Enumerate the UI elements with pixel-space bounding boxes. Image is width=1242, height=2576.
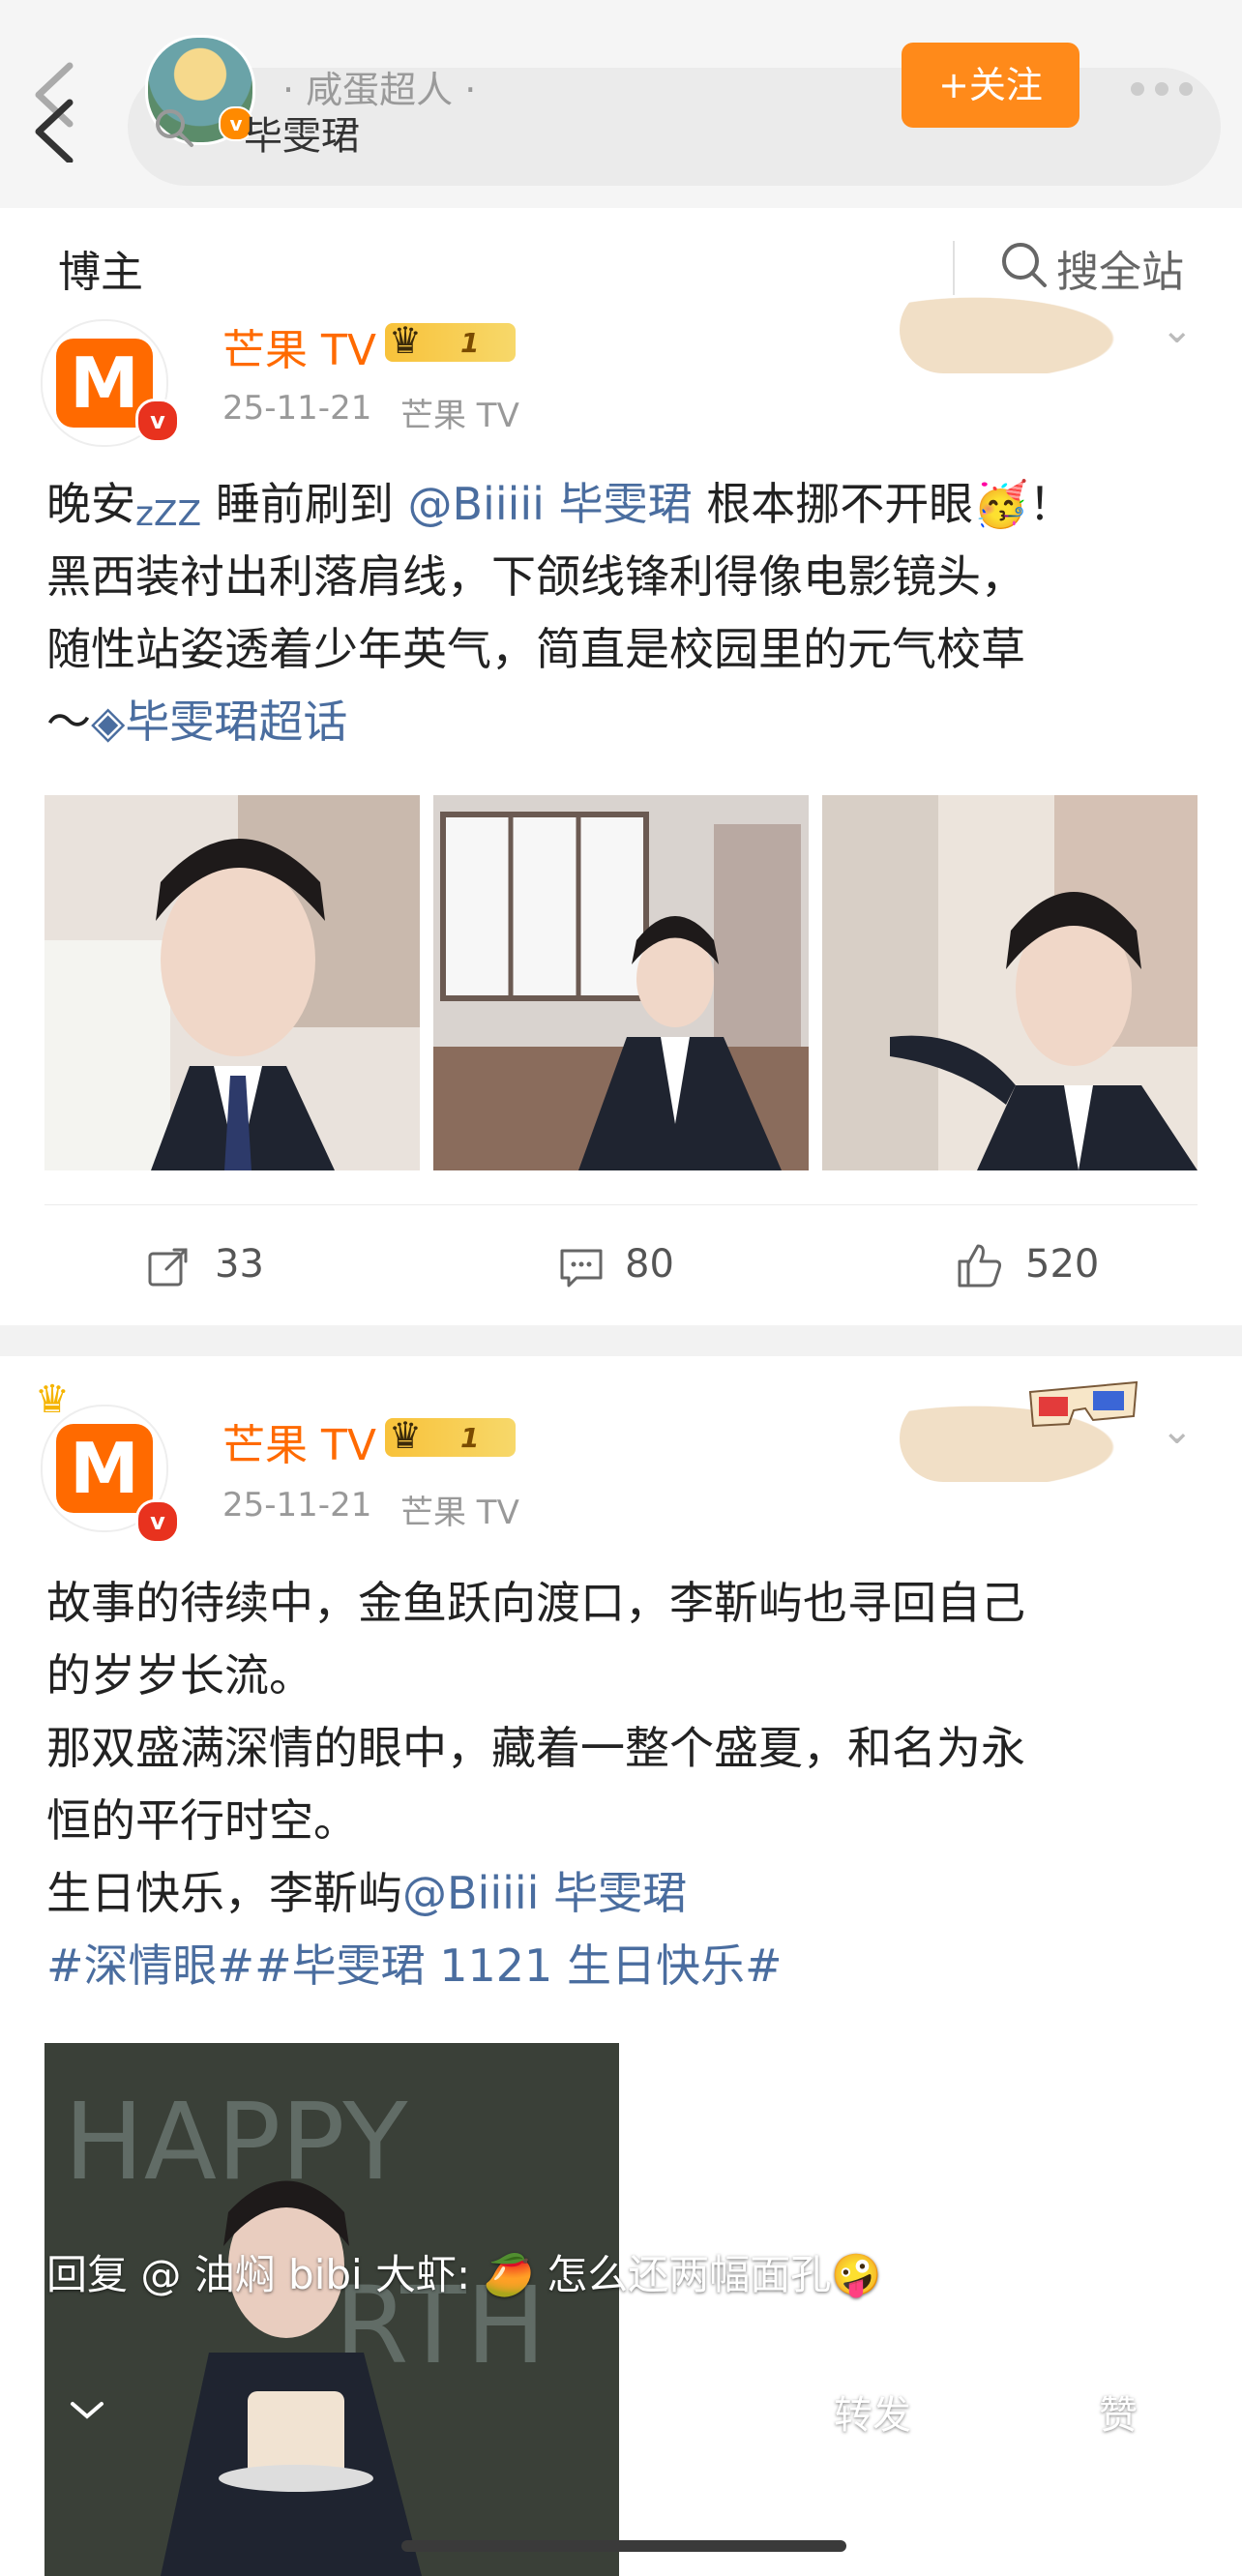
post-date: 25-11-21 xyxy=(222,1486,372,1525)
post-text-line: 恒的平行时空。 xyxy=(46,1794,358,1847)
post-photo-3[interactable] xyxy=(822,795,1198,1170)
like-count[interactable]: 520 xyxy=(1025,1242,1099,1287)
account-name[interactable]: 芒果 TV xyxy=(222,1410,376,1472)
chevron-down-icon[interactable] xyxy=(68,2399,106,2426)
post-card: M v 芒果 TV ♛ 1 25-11-21 芒果 TV ⌄ 晚安zZZ 睡前刷到… xyxy=(0,286,1242,1325)
back-icon[interactable] xyxy=(21,56,89,164)
post-text-line: 生日快乐，李靳屿@Biiiii 毕雯珺 xyxy=(46,1867,688,1919)
hashtag-link[interactable]: #深情眼##毕雯珺 1121 生日快乐# xyxy=(46,1930,782,2002)
tab-blogger[interactable]: 博主 xyxy=(58,237,143,299)
super-topic-link[interactable]: 毕雯珺超话 xyxy=(125,696,347,748)
vip-badge-icon: ♛ 1 xyxy=(385,319,516,362)
verified-badge-icon: v xyxy=(135,399,180,443)
3d-glasses-icon xyxy=(1025,1377,1141,1436)
chevron-down-icon[interactable]: ⌄ xyxy=(1161,1408,1194,1453)
post-text-line: 黑西装衬出利落肩线，下颌线锋利得像电影镜头， xyxy=(46,550,1025,603)
post-photo[interactable]: HAPPY RTH xyxy=(44,2043,619,2576)
vip-badge-icon: ♛ 1 xyxy=(385,1414,516,1457)
comment-icon[interactable] xyxy=(559,1248,604,1292)
account-name[interactable]: 芒果 TV xyxy=(222,315,376,377)
comment-count[interactable]: 80 xyxy=(625,1242,674,1287)
decoration-card-icon xyxy=(900,286,1151,373)
sleep-zzz-icon: zZZ xyxy=(135,494,202,534)
repost-button[interactable]: 转发 xyxy=(834,2384,911,2440)
post-text-line: 的岁岁长流。 xyxy=(46,1649,313,1702)
search-query-text[interactable]: 毕雯珺 xyxy=(244,104,360,161)
repost-icon[interactable] xyxy=(749,2380,816,2442)
search-icon xyxy=(1000,241,1049,293)
post-photo-1[interactable] xyxy=(44,795,420,1170)
mention-link[interactable]: @Biiiii 毕雯珺 xyxy=(402,1867,687,1919)
post-photo-2[interactable] xyxy=(433,795,809,1170)
like-icon[interactable] xyxy=(956,1242,1004,1292)
post-text-line: ～◈毕雯珺超话 xyxy=(46,696,348,748)
like-button[interactable]: 赞 xyxy=(1099,2384,1138,2440)
crown-icon: ♛ xyxy=(35,1377,70,1422)
post-source: 芒果 TV xyxy=(400,1494,519,1532)
mention-link[interactable]: @Biiiii 毕雯珺 xyxy=(407,478,692,530)
super-topic-icon: ◈ xyxy=(91,696,126,748)
comment-overlay-text: 回复 @ 油焖 bibi 大虾: 🥭 怎么还两幅面孔🤪 xyxy=(46,2251,882,2298)
post-text-line: 晚安zZZ 睡前刷到 @Biiiii 毕雯珺 根本挪不开眼🥳！ xyxy=(46,478,1074,534)
post-text-line: 随性站姿透着少年英气，简直是校园里的元气校草 xyxy=(46,623,1025,675)
like-icon[interactable] xyxy=(1014,2376,1081,2443)
home-indicator xyxy=(401,2540,846,2552)
post-date: 25-11-21 xyxy=(222,389,372,428)
post-text-line: 那双盛满深情的眼中，藏着一整个盛夏，和名为永 xyxy=(46,1722,1025,1774)
chevron-down-icon[interactable]: ⌄ xyxy=(1161,308,1194,352)
top-navigation-bar: v · 咸蛋超人 · 毕雯珺 +关注 xyxy=(0,0,1242,208)
more-options-icon[interactable] xyxy=(1128,79,1196,103)
follow-button[interactable]: +关注 xyxy=(902,43,1079,128)
post-text-line: 故事的待续中，金鱼跃向渡口，李靳屿也寻回自己 xyxy=(46,1577,1025,1629)
repost-icon[interactable] xyxy=(147,1246,190,1292)
search-icon xyxy=(153,106,195,153)
svg-text:HAPPY: HAPPY xyxy=(64,2080,408,2204)
post-source: 芒果 TV xyxy=(400,397,519,435)
repost-count[interactable]: 33 xyxy=(215,1242,264,1287)
verified-badge-icon: v xyxy=(135,1499,180,1544)
divider xyxy=(44,1204,1198,1205)
